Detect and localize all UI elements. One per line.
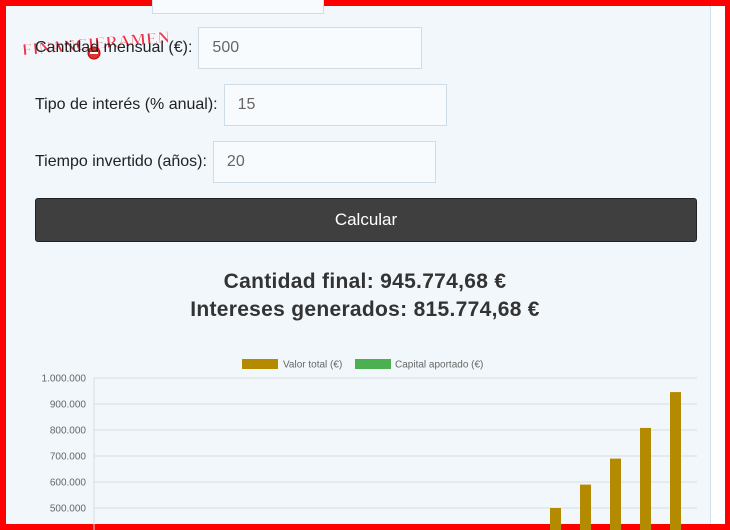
cut-off-input[interactable] [152,0,324,14]
chart-bars [550,392,681,530]
y-tick-label: 500.000 [50,504,87,515]
bar-total-value[interactable] [550,508,561,530]
legend-label-capital: Capital aportado (€) [395,360,483,371]
y-tick-label: 900.000 [50,400,87,411]
years-row: Tiempo invertido (años): 20 [35,141,436,183]
interest-rate-input[interactable]: 15 [223,84,447,126]
bar-total-value[interactable] [610,458,621,530]
final-amount-text: Cantidad final: 945.774,68 € [223,270,507,293]
interest-generated-text: Intereses generados: 815.774,68 € [190,298,540,321]
y-axis-ticks: 1.000.000 900.000 800.000 700.000 600.000 500… [42,374,87,515]
chart-gridlines [93,377,697,530]
monthly-amount-row: Cantidad mensual (€): 500 [35,27,423,69]
years-label: Tiempo invertido (años): [35,153,207,170]
interest-rate-row: Tipo de interés (% anual): 15 [35,84,447,126]
legend-swatch-capital[interactable] [355,359,391,369]
y-tick-label: 800.000 [50,426,87,437]
bar-total-value[interactable] [580,484,591,530]
years-input[interactable]: 20 [212,141,436,183]
legend-label-total: Valor total (€) [283,360,342,371]
monthly-amount-label: Cantidad mensual (€): [35,39,193,56]
interest-rate-label: Tipo de interés (% anual): [35,96,218,113]
y-tick-label: 600.000 [50,478,87,489]
bar-total-value[interactable] [640,427,651,530]
y-tick-label: 700.000 [50,452,87,463]
legend-swatch-total[interactable] [242,359,278,369]
investment-chart: Valor total (€) Capital aportado (€) 1.0… [42,359,697,530]
bar-total-value[interactable] [670,392,681,530]
calculate-button[interactable]: Calcular [35,198,697,242]
y-tick-label: 1.000.000 [42,374,87,385]
monthly-amount-input[interactable]: 500 [198,27,423,69]
